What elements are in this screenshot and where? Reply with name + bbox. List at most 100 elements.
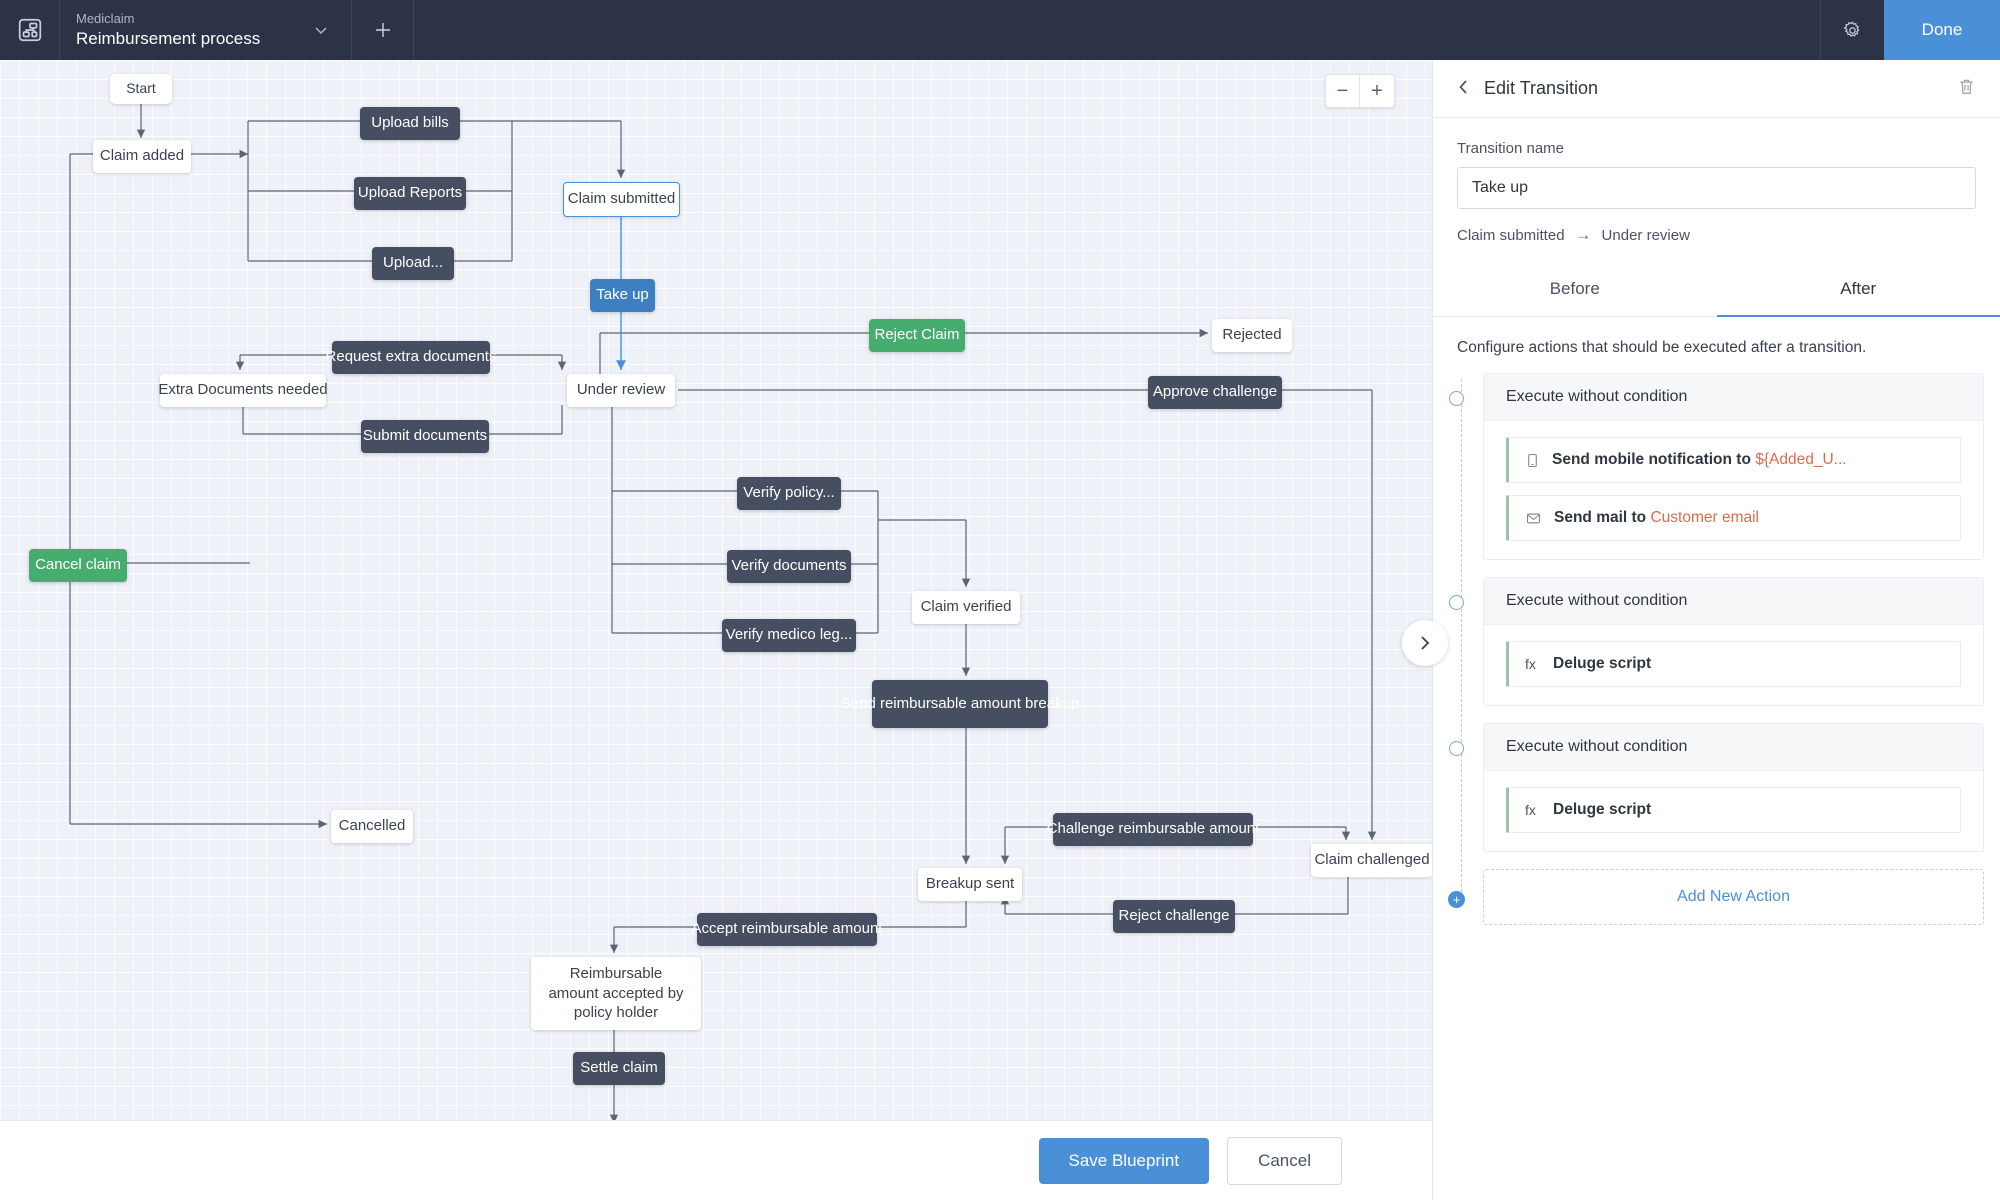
node-cancelled[interactable]: Cancelled — [331, 810, 413, 843]
node-label: Reject Claim — [874, 326, 959, 345]
node-upload-more[interactable]: Upload... — [372, 247, 454, 280]
node-claim-added[interactable]: Claim added — [93, 140, 191, 173]
gear-icon[interactable] — [1820, 0, 1884, 60]
transition-name-label: Transition name — [1457, 140, 1976, 157]
node-breakup-sent[interactable]: Breakup sent — [918, 868, 1022, 901]
node-label: Take up — [596, 286, 649, 305]
action-label: Deluge script — [1553, 801, 1651, 819]
blueprint-name: Reimbursement process — [76, 28, 290, 50]
zoom-out-button[interactable]: − — [1326, 75, 1360, 107]
node-claim-challenged[interactable]: Claim challenged — [1311, 844, 1432, 877]
action-label: Send mail to Customer email — [1554, 509, 1759, 527]
panel-title: Edit Transition — [1484, 78, 1957, 99]
node-verify-medico[interactable]: Verify medico leg... — [722, 619, 856, 652]
node-label: Submit documents — [363, 427, 487, 446]
fx-icon: fx — [1525, 802, 1541, 818]
node-send-breakup[interactable]: Send reimbursable amount breakup — [872, 680, 1048, 728]
plus-icon[interactable] — [352, 0, 414, 60]
node-label: Settle claim — [580, 1059, 658, 1078]
plus-circle-icon[interactable]: + — [1448, 891, 1465, 908]
node-label: Upload Reports — [358, 184, 462, 203]
transition-path: Claim submitted → Under review — [1457, 225, 1976, 245]
node-label: Accept reimbursable amount — [692, 920, 883, 939]
node-take-up[interactable]: Take up — [590, 279, 655, 312]
node-approve-challenge[interactable]: Approve challenge — [1148, 376, 1282, 409]
group-condition-label[interactable]: Execute without condition — [1484, 578, 1983, 625]
node-label: Under review — [577, 381, 665, 400]
action-group: Execute without condition fxDeluge script — [1457, 577, 1984, 706]
panel-form: Transition name Claim submitted → Under … — [1433, 118, 2000, 263]
edit-transition-panel: Edit Transition Transition name Claim su… — [1432, 60, 2000, 1200]
node-upload-reports[interactable]: Upload Reports — [354, 177, 466, 210]
node-verify-documents[interactable]: Verify documents — [727, 550, 851, 583]
group-actions: Send mobile notification to ${Added_U...… — [1484, 421, 1983, 559]
node-claim-verified[interactable]: Claim verified — [912, 591, 1020, 624]
action-group: Execute without conditionSend mobile not… — [1457, 373, 1984, 560]
node-submit-documents[interactable]: Submit documents — [361, 420, 489, 453]
chevron-left-icon[interactable] — [1457, 78, 1470, 100]
group-actions: fx Deluge script — [1484, 771, 1983, 851]
node-rejected[interactable]: Rejected — [1212, 319, 1292, 352]
node-request-extra-docs[interactable]: Request extra documents — [332, 341, 490, 374]
action-label: Send mobile notification to ${Added_U... — [1552, 451, 1847, 469]
arrow-right-icon: → — [1575, 225, 1592, 245]
action-variable: Customer email — [1650, 509, 1759, 526]
node-label: Rejected — [1222, 326, 1281, 345]
blueprint-icon[interactable] — [0, 0, 60, 60]
node-under-review[interactable]: Under review — [567, 374, 675, 407]
action-row[interactable]: fxDeluge script — [1506, 641, 1961, 687]
node-label: Breakup sent — [926, 875, 1014, 894]
done-button[interactable]: Done — [1884, 0, 2000, 60]
node-reimb-accepted[interactable]: Reimbursable amount accepted by policy h… — [531, 957, 701, 1030]
node-accept-amount[interactable]: Accept reimbursable amount — [697, 913, 877, 946]
tab-before[interactable]: Before — [1433, 263, 1717, 317]
action-variable: ${Added_U... — [1755, 451, 1846, 468]
blueprint-canvas[interactable]: − + Start Claim added Upload bills Upload R… — [0, 60, 1432, 1120]
node-reject-claim[interactable]: Reject Claim — [869, 319, 965, 352]
action-row[interactable]: fx Deluge script — [1506, 787, 1961, 833]
node-label: Reject challenge — [1119, 907, 1230, 926]
node-reject-challenge[interactable]: Reject challenge — [1113, 900, 1235, 933]
action-label: Deluge script — [1553, 655, 1651, 673]
node-label: Claim challenged — [1314, 851, 1429, 870]
cancel-button[interactable]: Cancel — [1227, 1137, 1342, 1185]
mail-icon — [1525, 511, 1542, 526]
node-extra-docs-needed[interactable]: Extra Documents needed — [160, 374, 326, 407]
chevron-down-icon[interactable] — [290, 0, 352, 60]
node-verify-policy[interactable]: Verify policy... — [737, 477, 841, 510]
group-condition-label[interactable]: Execute without condition — [1484, 374, 1983, 421]
node-label: Claim added — [100, 147, 184, 166]
node-label: Cancel claim — [35, 556, 121, 575]
group-bullet-icon — [1449, 595, 1464, 610]
title-block: Mediclaim Reimbursement process — [60, 0, 290, 60]
transition-name-input[interactable] — [1457, 167, 1976, 209]
node-upload-bills[interactable]: Upload bills — [360, 107, 460, 140]
group-bullet-icon — [1449, 741, 1464, 756]
action-row[interactable]: Send mobile notification to ${Added_U... — [1506, 437, 1961, 483]
zoom-controls[interactable]: − + — [1325, 74, 1395, 108]
group-bullet-icon — [1449, 391, 1464, 406]
tab-after[interactable]: After — [1717, 263, 2000, 317]
node-label: Reimbursable amount accepted by policy h… — [544, 964, 688, 1023]
node-settle-claim[interactable]: Settle claim — [573, 1052, 665, 1085]
node-label: Extra Documents needed — [158, 381, 327, 400]
node-start[interactable]: Start — [110, 74, 172, 104]
save-blueprint-button[interactable]: Save Blueprint — [1039, 1138, 1210, 1184]
node-cancel-claim[interactable]: Cancel claim — [29, 549, 127, 582]
node-label: Start — [126, 80, 156, 98]
zoom-in-button[interactable]: + — [1360, 75, 1394, 107]
trash-icon[interactable] — [1957, 77, 1976, 101]
node-challenge-amount[interactable]: Challenge reimbursable amount — [1053, 813, 1253, 846]
connector-layer — [0, 60, 1432, 1120]
group-condition-label[interactable]: Execute without condition — [1484, 724, 1983, 771]
add-new-action-button[interactable]: Add New Action — [1483, 869, 1984, 925]
node-label: Verify medico leg... — [726, 626, 853, 645]
action-group: Execute without condition fx Deluge script — [1457, 723, 1984, 852]
node-claim-submitted[interactable]: Claim submitted — [563, 182, 680, 217]
mobile-icon — [1525, 452, 1540, 469]
from-state-label: Claim submitted — [1457, 227, 1565, 244]
action-row[interactable]: Send mail to Customer email — [1506, 495, 1961, 541]
panel-collapse-handle[interactable] — [1402, 620, 1448, 666]
group-card: Execute without condition fx Deluge script — [1483, 723, 1984, 852]
app-name: Mediclaim — [76, 10, 290, 28]
